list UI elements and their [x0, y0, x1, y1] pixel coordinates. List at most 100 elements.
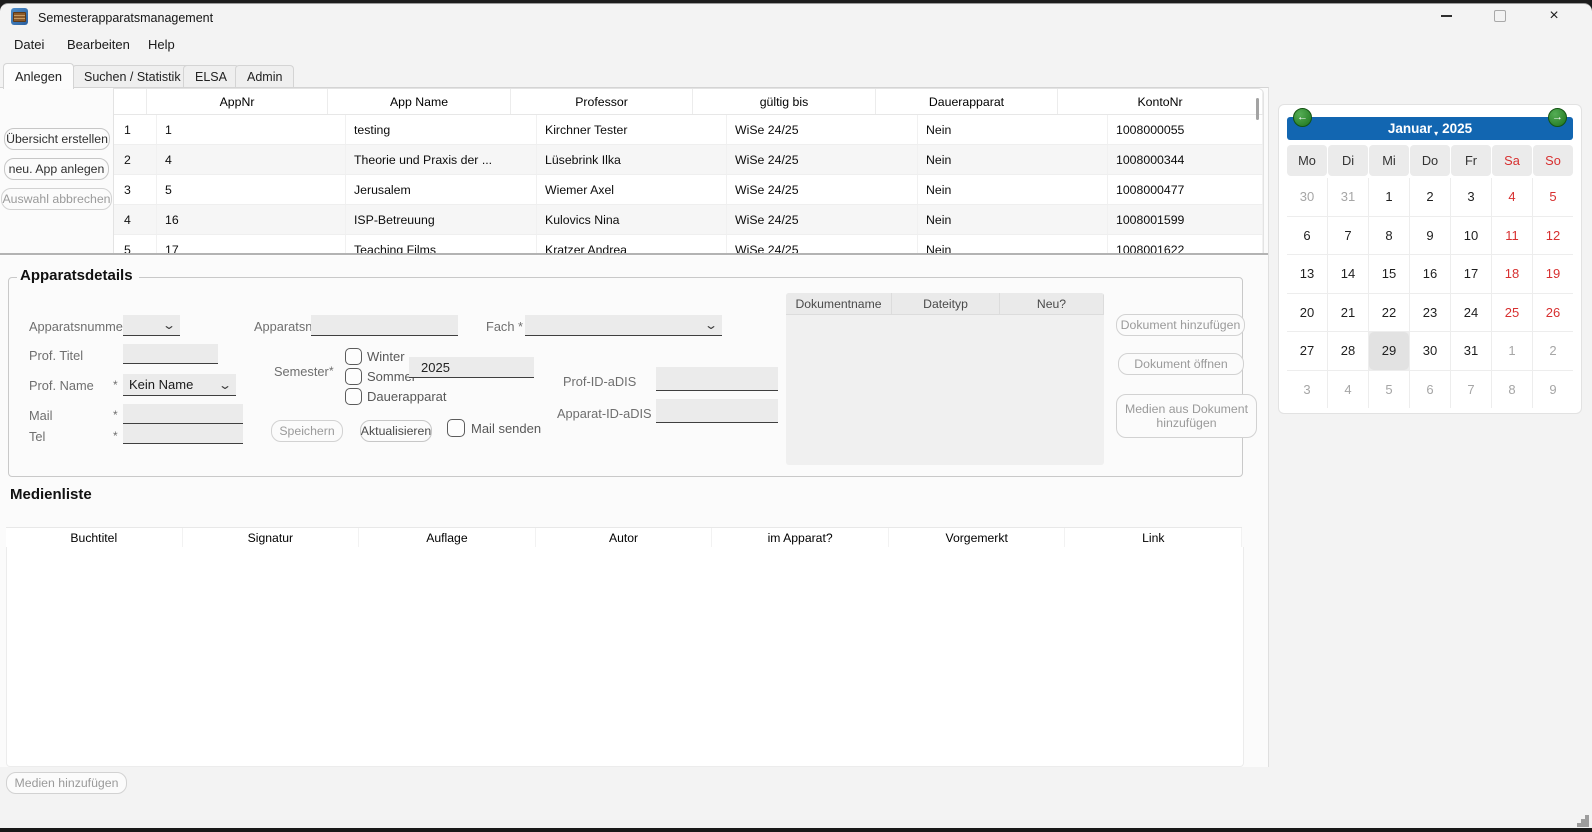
- calendar-day[interactable]: 1: [1369, 178, 1409, 216]
- calendar-day[interactable]: 3: [1287, 371, 1327, 409]
- maximize-button[interactable]: [1478, 2, 1522, 30]
- table-row[interactable]: 11testingKirchner TesterWiSe 24/25Nein10…: [114, 115, 1263, 145]
- table-scrollbar-thumb[interactable]: [1256, 98, 1259, 120]
- calendar-day[interactable]: 16: [1410, 255, 1450, 293]
- calendar-day[interactable]: 31: [1328, 178, 1368, 216]
- tab-elsa[interactable]: ELSA: [183, 65, 239, 88]
- medien-hinzufuegen-button[interactable]: Medien hinzufügen: [6, 772, 127, 794]
- sommer-radio[interactable]: [345, 368, 362, 385]
- medien-aus-dokument-button[interactable]: Medien aus Dokument hinzufügen: [1116, 394, 1257, 438]
- close-button[interactable]: ×: [1532, 2, 1576, 30]
- calendar-day[interactable]: 9: [1533, 371, 1573, 409]
- calendar-day[interactable]: 10: [1451, 217, 1491, 255]
- dokument-oeffnen-button[interactable]: Dokument öffnen: [1118, 353, 1244, 375]
- menu-item-bearbeiten[interactable]: Bearbeiten: [67, 37, 130, 52]
- calendar-day[interactable]: 4: [1492, 178, 1532, 216]
- menu-item-help[interactable]: Help: [148, 37, 175, 52]
- column-header[interactable]: Autor: [536, 528, 713, 548]
- calendar-day[interactable]: 29: [1369, 332, 1409, 370]
- column-header[interactable]: Dateityp: [892, 293, 1000, 314]
- aktualisieren-button[interactable]: Aktualisieren: [360, 420, 432, 442]
- calendar-day[interactable]: 3: [1451, 178, 1491, 216]
- calendar-day[interactable]: 31: [1451, 332, 1491, 370]
- calendar-day[interactable]: 19: [1533, 255, 1573, 293]
- calendar-day[interactable]: 5: [1533, 178, 1573, 216]
- column-header[interactable]: Professor: [511, 89, 693, 114]
- column-header[interactable]: Dokumentname: [786, 293, 892, 314]
- calendar-day[interactable]: 30: [1287, 178, 1327, 216]
- calendar-day[interactable]: 17: [1451, 255, 1491, 293]
- calendar-day[interactable]: 1: [1492, 332, 1532, 370]
- calendar-day[interactable]: 26: [1533, 294, 1573, 332]
- calendar-day[interactable]: 2: [1410, 178, 1450, 216]
- table-row[interactable]: 416ISP-BetreuungKulovics NinaWiSe 24/25N…: [114, 205, 1263, 235]
- calendar-day[interactable]: 6: [1410, 371, 1450, 409]
- calendar-day[interactable]: 13: [1287, 255, 1327, 293]
- column-header[interactable]: App Name: [328, 89, 511, 114]
- column-header[interactable]: Auflage: [359, 528, 536, 548]
- prev-month-button[interactable]: ←: [1293, 108, 1312, 127]
- next-month-button[interactable]: →: [1548, 108, 1567, 127]
- calendar-day[interactable]: 11: [1492, 217, 1532, 255]
- calendar-day[interactable]: 24: [1451, 294, 1491, 332]
- calendar-day[interactable]: 8: [1492, 371, 1532, 409]
- column-header[interactable]: im Apparat?: [712, 528, 889, 548]
- calendar-day[interactable]: 30: [1410, 332, 1450, 370]
- column-header[interactable]: Link: [1065, 528, 1242, 548]
- column-header[interactable]: gültig bis: [693, 89, 876, 114]
- prof-name-combobox[interactable]: Kein Name ⌄: [123, 374, 236, 396]
- tel-field[interactable]: [123, 424, 243, 444]
- calendar-day[interactable]: 20: [1287, 294, 1327, 332]
- tab-anlegen[interactable]: Anlegen: [3, 63, 74, 89]
- apparatsname-field[interactable]: [311, 315, 458, 336]
- column-header[interactable]: Vorgemerkt: [889, 528, 1066, 548]
- calendar-day[interactable]: 5: [1369, 371, 1409, 409]
- speichern-button[interactable]: Speichern: [271, 420, 343, 442]
- mail-field[interactable]: [123, 404, 243, 424]
- calendar-day[interactable]: 7: [1328, 217, 1368, 255]
- calendar-day[interactable]: 14: [1328, 255, 1368, 293]
- horizontal-splitter[interactable]: [0, 253, 1268, 256]
- mail-senden-radio[interactable]: [447, 419, 465, 437]
- minimize-button[interactable]: [1424, 2, 1468, 30]
- auswahl-abbrechen-button[interactable]: Auswahl abbrechen: [1, 188, 112, 210]
- calendar-day[interactable]: 7: [1451, 371, 1491, 409]
- table-row[interactable]: 35JerusalemWiemer AxelWiSe 24/25Nein1008…: [114, 175, 1263, 205]
- apparatsnummer-combobox[interactable]: ⌄: [123, 315, 180, 336]
- column-header[interactable]: Neu?: [1000, 293, 1104, 314]
- column-header[interactable]: Signatur: [183, 528, 360, 548]
- calendar-day[interactable]: 2: [1533, 332, 1573, 370]
- calendar-day[interactable]: 8: [1369, 217, 1409, 255]
- calendar-day[interactable]: 9: [1410, 217, 1450, 255]
- column-header[interactable]: AppNr: [147, 89, 328, 114]
- calendar-year[interactable]: 2025: [1442, 121, 1472, 136]
- calendar-day[interactable]: 25: [1492, 294, 1532, 332]
- prof-id-adis-field[interactable]: [656, 367, 778, 391]
- fach-combobox[interactable]: ⌄: [525, 315, 722, 336]
- table-row[interactable]: 24Theorie und Praxis der ...Lüsebrink Il…: [114, 145, 1263, 175]
- calendar-month[interactable]: Januar: [1388, 121, 1432, 136]
- column-header[interactable]: Dauerapparat: [876, 89, 1058, 114]
- dokument-hinzufuegen-button[interactable]: Dokument hinzufügen: [1116, 314, 1245, 336]
- resize-grip[interactable]: [1576, 814, 1578, 816]
- calendar-day[interactable]: 28: [1328, 332, 1368, 370]
- neu-app-anlegen-button[interactable]: neu. App anlegen: [4, 158, 109, 180]
- table-row[interactable]: 517Teaching FilmsKratzer AndreaWiSe 24/2…: [114, 235, 1263, 254]
- calendar-day[interactable]: 6: [1287, 217, 1327, 255]
- calendar-day[interactable]: 15: [1369, 255, 1409, 293]
- column-header[interactable]: KontoNr: [1058, 89, 1263, 114]
- winter-radio[interactable]: [345, 348, 362, 365]
- calendar-day[interactable]: 23: [1410, 294, 1450, 332]
- tab-admin[interactable]: Admin: [235, 65, 294, 88]
- menu-item-datei[interactable]: Datei: [14, 37, 44, 52]
- column-header[interactable]: Buchtitel: [6, 528, 183, 548]
- uebersicht-erstellen-button[interactable]: Übersicht erstellen: [4, 128, 110, 150]
- dauerapparat-radio[interactable]: [345, 388, 362, 405]
- calendar-day[interactable]: 18: [1492, 255, 1532, 293]
- calendar-day[interactable]: 4: [1328, 371, 1368, 409]
- prof-titel-field[interactable]: [123, 344, 218, 364]
- calendar-day[interactable]: 22: [1369, 294, 1409, 332]
- calendar-day[interactable]: 12: [1533, 217, 1573, 255]
- apparat-id-adis-field[interactable]: [656, 399, 778, 423]
- calendar-day[interactable]: 21: [1328, 294, 1368, 332]
